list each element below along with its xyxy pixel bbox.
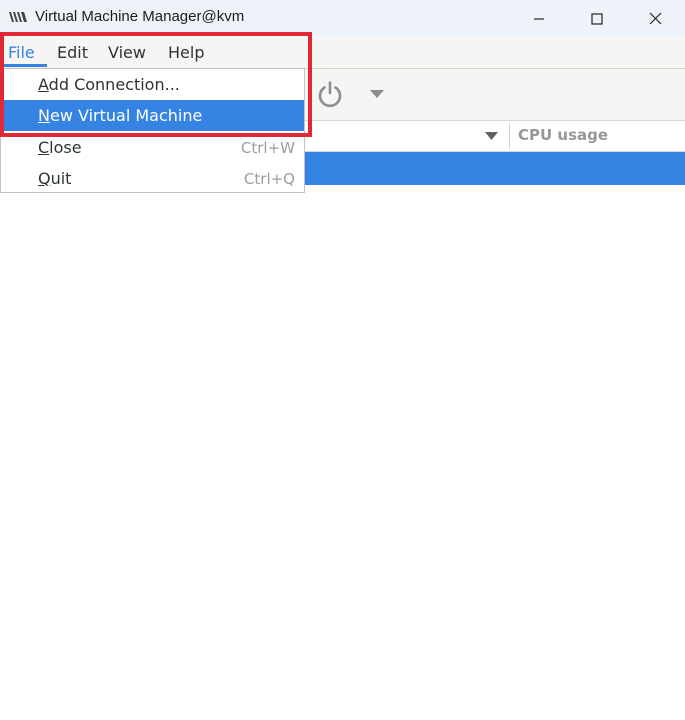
title-bar: Virtual Machine Manager@kvm (0, 0, 685, 37)
menu-item-quit[interactable]: Quit Ctrl+Q (1, 163, 304, 194)
menu-item-accelerator: Ctrl+W (240, 139, 295, 157)
column-header-cpu-usage[interactable]: CPU usage (518, 126, 608, 144)
vmm-logo-icon (9, 12, 27, 22)
menu-view[interactable]: View (108, 43, 146, 62)
menu-file[interactable]: File (8, 43, 35, 62)
column-separator[interactable] (509, 123, 510, 149)
maximize-button[interactable] (567, 0, 627, 37)
menu-item-label: Add Connection... (38, 75, 180, 94)
menu-edit[interactable]: Edit (57, 43, 88, 62)
menu-bar: File Edit View Help (0, 37, 685, 69)
power-icon[interactable] (315, 79, 345, 109)
minimize-icon (534, 17, 544, 20)
menu-item-label: Close (38, 138, 82, 157)
window-title: Virtual Machine Manager@kvm (35, 8, 245, 25)
menu-item-label: New Virtual Machine (38, 106, 203, 125)
menu-item-add-connection[interactable]: Add Connection... (1, 69, 304, 100)
chevron-down-icon[interactable] (370, 90, 384, 98)
minimize-button[interactable] (509, 0, 569, 37)
close-icon (649, 12, 661, 25)
menu-file-active-indicator (3, 64, 47, 67)
menu-item-label: Quit (38, 169, 72, 188)
sort-arrow-icon[interactable] (485, 132, 498, 140)
file-menu-dropdown: Add Connection... New Virtual Machine Cl… (0, 68, 305, 193)
maximize-icon (591, 12, 603, 25)
close-button[interactable] (625, 0, 685, 37)
menu-help[interactable]: Help (168, 43, 204, 62)
menu-item-accelerator: Ctrl+Q (243, 170, 295, 188)
menu-item-new-virtual-machine[interactable]: New Virtual Machine (1, 100, 304, 131)
menu-item-close[interactable]: Close Ctrl+W (1, 132, 304, 163)
